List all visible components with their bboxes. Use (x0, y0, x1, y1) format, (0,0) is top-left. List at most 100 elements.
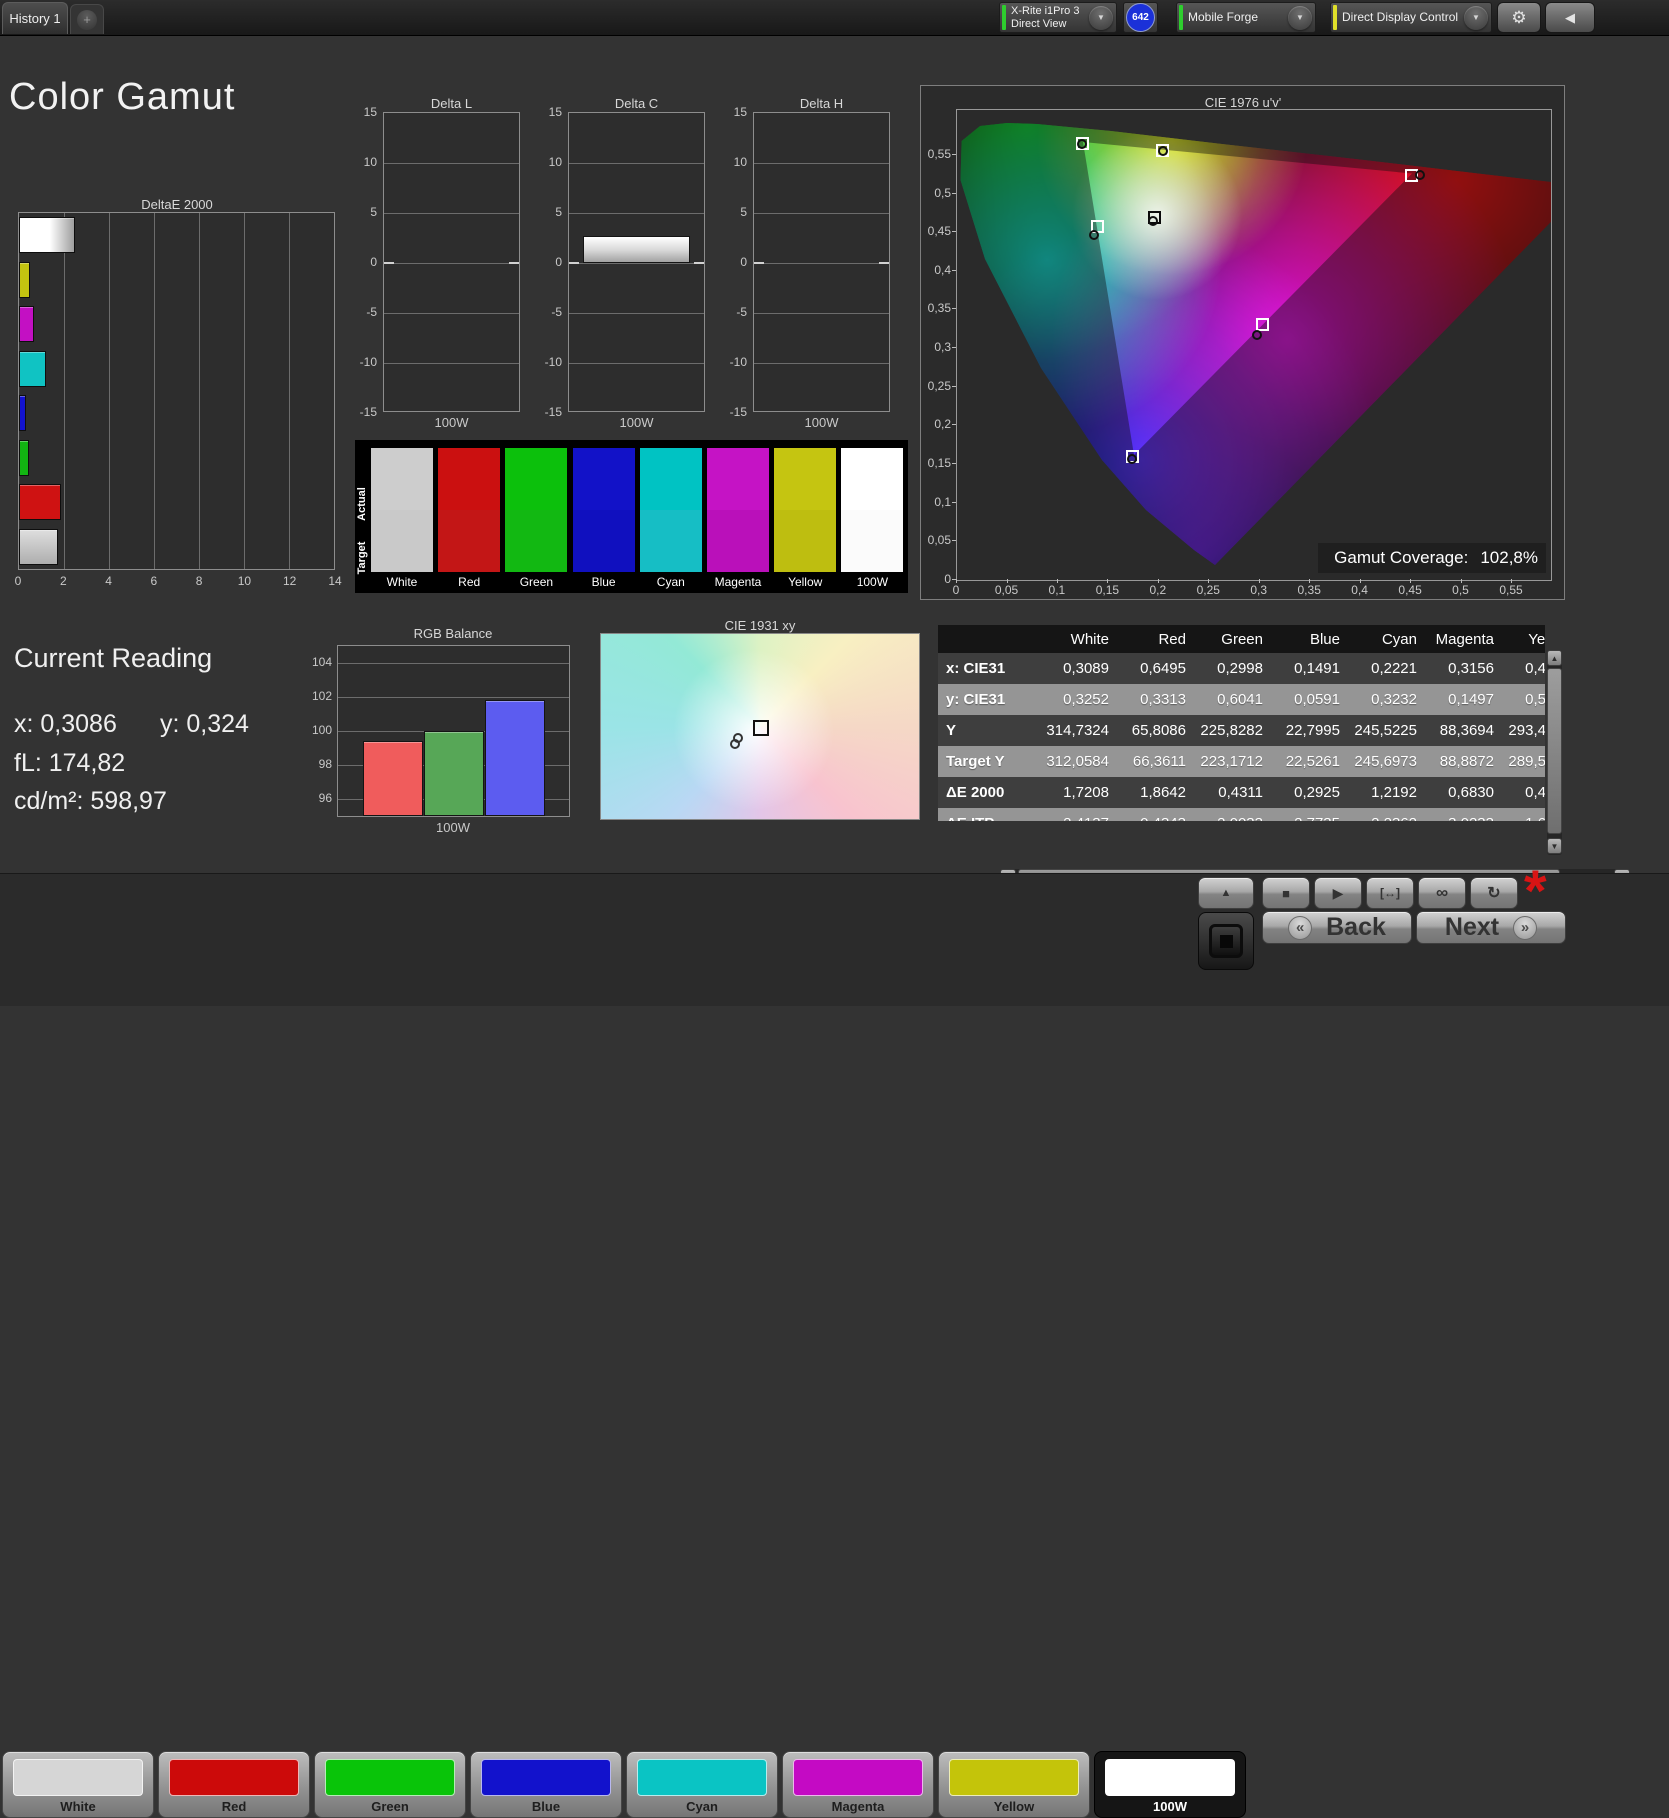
deltae-bar-green (19, 439, 29, 476)
play-icon: ▶ (1332, 884, 1344, 901)
table-cell: 0,3156 (1448, 660, 1494, 677)
table-cell: 1,8642 (1140, 784, 1186, 801)
delta_c-chart (568, 112, 705, 412)
table-cell: 65,8086 (1131, 722, 1186, 739)
zero-tick (754, 262, 764, 264)
axis-tick-label: 0,25 (1196, 583, 1220, 597)
vertical-scroll-thumb[interactable] (1547, 668, 1562, 834)
add-tab-button[interactable]: + (70, 4, 104, 34)
pattern-window-button[interactable] (1198, 912, 1254, 970)
table-header-Red: Red (1119, 625, 1196, 653)
scroll-down-icon: ▼ (1550, 841, 1559, 851)
pattern-button-red[interactable]: Red (158, 1751, 310, 1818)
axis-tick-label: -15 (359, 405, 377, 419)
pattern-button-white[interactable]: White (2, 1751, 154, 1818)
axis-tick-label: -10 (359, 355, 377, 369)
actual-marker-magenta (1251, 329, 1262, 340)
play-button[interactable]: ▶ (1314, 877, 1362, 909)
meter-count-badge[interactable]: 642 (1123, 2, 1158, 33)
axis-tick-label: -15 (544, 405, 562, 419)
axis-tick-label: 0,55 (927, 146, 951, 161)
table-row[interactable]: ΔE ITP2,41370,43432,00332,77352,23623,02… (938, 808, 1545, 821)
tick-mark (952, 424, 956, 426)
refresh-button[interactable]: ↻ (1470, 877, 1518, 909)
source-dropdown[interactable]: Mobile Forge ▼ (1176, 2, 1316, 33)
table-cell: 0,2998 (1217, 660, 1263, 677)
deltae-bar-blue (19, 395, 26, 431)
swatch-target-red (438, 510, 501, 572)
pattern-swatch-magenta (793, 1759, 923, 1796)
display-control-dropdown[interactable]: Direct Display Control ▼ (1330, 2, 1492, 33)
rgb-bar-blue (485, 700, 545, 816)
pattern-button-100w[interactable]: 100W (1094, 1751, 1246, 1818)
zero-tick (384, 262, 394, 264)
table-cell: 0,3313 (1140, 691, 1186, 708)
continuous-mode-button[interactable]: ∞ (1418, 877, 1466, 909)
axis-tick-label: 104 (311, 655, 332, 669)
tick-mark (952, 463, 956, 464)
table-row[interactable]: y: CIE31 0,3252 0,3313 0,6041 0,0591 0,3232 0,… (938, 684, 1545, 715)
tab-history-1[interactable]: History 1 (2, 2, 68, 34)
gear-icon: ⚙ (1511, 7, 1527, 27)
swatch-actual-red (438, 448, 501, 510)
pattern-button-cyan[interactable]: Cyan (626, 1751, 778, 1818)
pattern-button-blue[interactable]: Blue (470, 1751, 622, 1818)
table-cell: 0,0591 (1294, 691, 1340, 708)
deltae2000-chart (18, 212, 335, 570)
table-row[interactable]: Y 314,7324 65,8086 225,8282 22,7995 245,5225 8… (938, 715, 1545, 746)
tick-mark (952, 347, 956, 349)
settings-button[interactable]: ⚙ (1497, 2, 1541, 33)
table-row[interactable]: x: CIE31 0,3089 0,6495 0,2998 0,1491 0,2221 0,… (938, 653, 1545, 684)
pattern-button-green[interactable]: Green (314, 1751, 466, 1818)
swatch-actual-green (505, 448, 568, 510)
gridline (64, 213, 65, 569)
meter-dropdown[interactable]: X-Rite i1Pro 3 Direct View ▼ (999, 2, 1117, 33)
pattern-button-label: Red (221, 1799, 247, 1814)
scroll-up-button[interactable]: ▲ (1547, 650, 1562, 666)
table-cell: 0,4186 (1525, 660, 1545, 677)
pattern-button-yellow[interactable]: Yellow (938, 1751, 1090, 1818)
step-button[interactable]: [↔] (1366, 877, 1414, 909)
gridline (199, 213, 200, 569)
rgb-bar-green (424, 731, 484, 816)
cie1931-chromaticity-diagram (600, 633, 920, 820)
reading-x: x: 0,3086 (14, 710, 117, 738)
pattern-button-magenta[interactable]: Magenta (782, 1751, 934, 1818)
swatch-label: Cyan (656, 575, 685, 589)
back-button[interactable]: « Back (1262, 911, 1412, 944)
scroll-down-button[interactable]: ▼ (1547, 838, 1562, 854)
collapse-panel-button[interactable]: ◀ (1545, 2, 1595, 33)
axis-tick-label: 0,4 (1351, 583, 1368, 597)
gridline (338, 697, 569, 698)
swatch-target-blue (572, 510, 635, 572)
stop-button[interactable]: ■ (1262, 877, 1310, 909)
delta-chart-x-label: 100W (804, 415, 839, 430)
pattern-window-up-button[interactable]: ▲ (1198, 877, 1254, 909)
pattern-swatch-yellow (949, 1759, 1079, 1796)
deltae-bar-100w (19, 217, 76, 253)
table-cell: 0,4979 (1525, 784, 1545, 801)
tick-mark (952, 540, 956, 542)
axis-tick-label: -5 (736, 305, 747, 319)
axis-tick-label: 98 (318, 757, 332, 771)
table-cell: 1,7208 (1063, 784, 1109, 801)
deltae2000-x-axis: 0 2 4 6 8 10 12 14 (14, 574, 342, 590)
chart-title-cie1931: CIE 1931 xy (724, 618, 796, 633)
table-row[interactable]: Target Y 312,0584 66,3611 223,1712 22,5261 24… (938, 746, 1545, 777)
table-cell: 245,6973 (1354, 753, 1417, 770)
swatch-label: 100W (856, 575, 889, 589)
table-cell: 0,4343 (1119, 808, 1196, 821)
axis-tick-label: 0 (14, 574, 22, 588)
axis-tick-label: 0 (370, 255, 377, 269)
swatch-target-magenta (707, 510, 769, 572)
current-reading-heading: Current Reading (14, 643, 213, 673)
swatch-target-white (371, 510, 433, 572)
table-row[interactable]: ΔE 2000 1,7208 1,8642 0,4311 0,2925 1,2192 0,6… (938, 777, 1545, 808)
swatch-label: Magenta (714, 575, 762, 589)
axis-tick-label: 4 (105, 574, 112, 588)
axis-tick-label: 0,15 (1095, 583, 1120, 597)
pattern-button-label: Yellow (993, 1799, 1035, 1814)
step-icon: [↔] (1380, 886, 1400, 900)
reading-fl: fL: 174,82 (14, 749, 126, 777)
chevron-down-icon: ▼ (1464, 5, 1488, 30)
